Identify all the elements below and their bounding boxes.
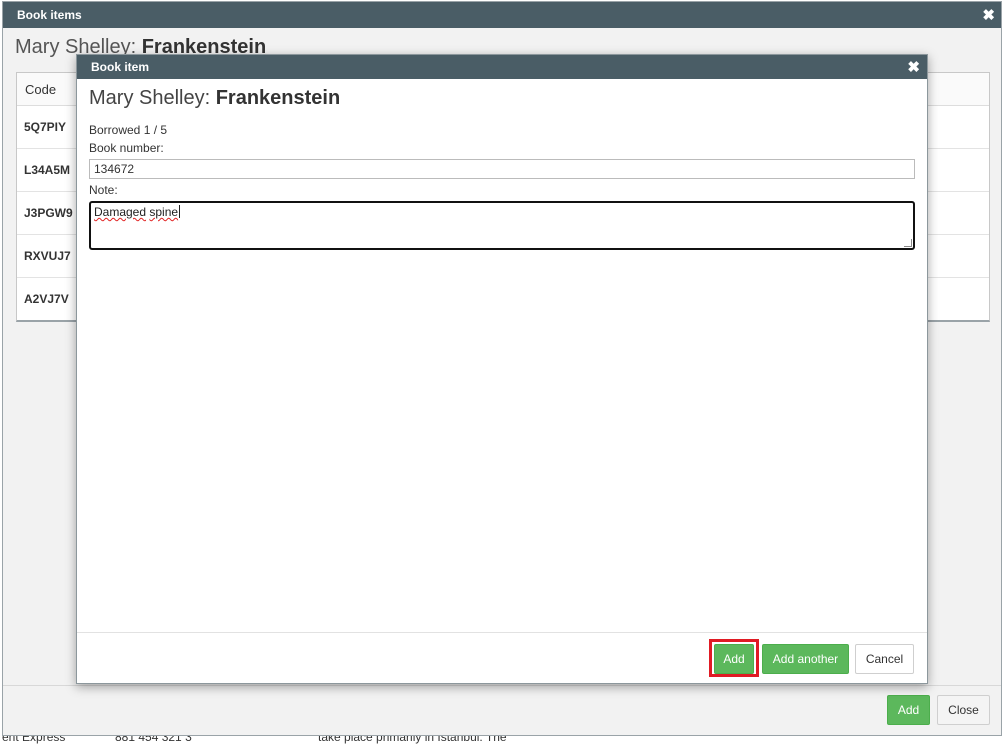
cancel-button[interactable]: Cancel (855, 644, 914, 674)
close-icon[interactable]: ✖ (907, 58, 920, 76)
book-number-input[interactable] (89, 159, 915, 179)
note-text-word: spine (149, 205, 179, 219)
book-number-label: Book number: (89, 141, 164, 155)
dialog-footer-divider (3, 685, 1001, 686)
add-button-highlight (709, 639, 759, 677)
add-another-button[interactable]: Add another (762, 644, 849, 674)
dialog-title: Book item (91, 60, 150, 74)
text-caret (179, 205, 181, 218)
note-text-word: Damaged (94, 205, 147, 219)
borrowed-count: Borrowed 1 / 5 (89, 123, 168, 137)
dialog-title: Book items (17, 8, 82, 22)
close-button[interactable]: Close (937, 695, 990, 725)
dialog-footer-divider (77, 632, 927, 633)
book-heading: Mary Shelley: Frankenstein (89, 87, 340, 110)
book-title: Frankenstein (215, 87, 341, 109)
book-item-dialog: Book item ✖ Mary Shelley: Frankenstein B… (76, 54, 928, 684)
add-button[interactable]: Add (887, 695, 930, 725)
note-textarea[interactable]: Damaged spine (89, 201, 915, 250)
book-item-titlebar: Book item (77, 55, 927, 79)
note-label: Note: (89, 183, 118, 197)
close-icon[interactable]: ✖ (982, 6, 995, 24)
author-name: Mary Shelley: (89, 87, 216, 109)
resize-grip-icon[interactable] (904, 239, 912, 247)
book-items-titlebar: Book items (3, 2, 1001, 28)
